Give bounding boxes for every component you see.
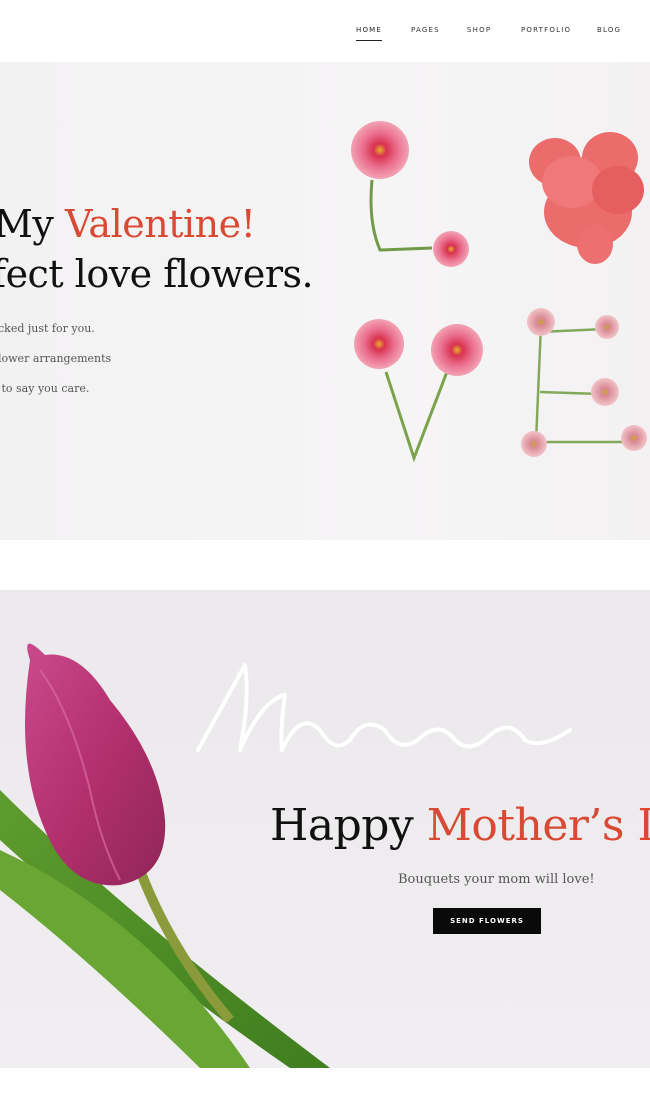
headline-accent: Valentine! — [64, 202, 256, 246]
valentine-text-line2: lower arrangements — [0, 352, 112, 365]
mothers-day-subtitle: Bouquets your mom will love! — [398, 872, 595, 887]
title-accent: Mother’s Da — [426, 800, 650, 851]
mothers-day-hero: Happy Mother’s Da Bouquets your mom will… — [0, 590, 650, 1068]
mothers-day-title: Happy Mother’s Da — [270, 800, 650, 851]
nav-home[interactable]: HOME — [356, 26, 383, 41]
nav-blog[interactable]: BLOG — [597, 26, 621, 34]
valentine-hero: My Valentine! fect love flowers. cked ju… — [0, 62, 650, 540]
nav-portfolio[interactable]: PORTFOLIO — [521, 26, 571, 34]
top-navigation: HOME PAGES SHOP PORTFOLIO BLOG — [0, 0, 650, 62]
mom-script-icon — [196, 663, 572, 752]
headline-start: My — [0, 202, 65, 246]
send-flowers-button[interactable]: SEND FLOWERS — [433, 908, 541, 934]
nav-shop[interactable]: SHOP — [467, 26, 491, 34]
valentine-text-line3: to say you care. — [0, 382, 90, 395]
valentine-headline-line1: My Valentine! — [0, 202, 256, 246]
valentine-headline-line2: fect love flowers. — [0, 252, 314, 296]
valentine-text-line1: cked just for you. — [0, 322, 95, 335]
love-flowers-image — [351, 121, 647, 463]
title-start: Happy — [270, 800, 427, 851]
nav-pages[interactable]: PAGES — [411, 26, 440, 34]
